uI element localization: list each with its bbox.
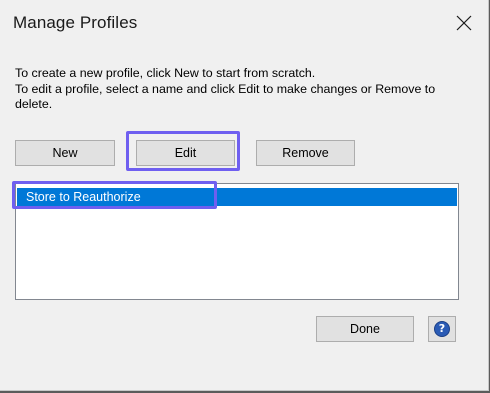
instructions-line: To create a new profile, click New to st… — [15, 66, 436, 111]
edit-button-highlight — [126, 131, 240, 171]
manage-profiles-dialog: Manage Profiles To create a new profile,… — [0, 0, 489, 391]
instructions-text: To create a new profile, click New to st… — [15, 66, 475, 113]
close-icon — [456, 15, 472, 31]
dialog-title: Manage Profiles — [13, 13, 138, 32]
remove-button[interactable]: Remove — [256, 140, 355, 166]
close-button[interactable] — [452, 11, 476, 35]
help-icon: ? — [434, 321, 450, 337]
help-button[interactable]: ? — [428, 316, 456, 342]
done-button[interactable]: Done — [316, 316, 414, 342]
profile-item-highlight — [12, 181, 217, 209]
new-button[interactable]: New — [15, 140, 115, 166]
